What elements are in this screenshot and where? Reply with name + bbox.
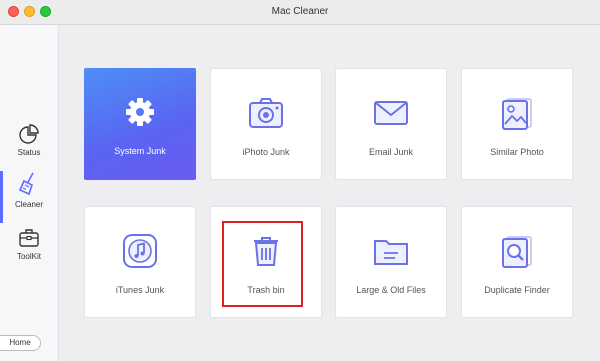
tile-label: System Junk <box>114 146 166 156</box>
pie-chart-icon <box>0 123 58 145</box>
sidebar: Status Cleaner ToolKit Home <box>0 25 59 361</box>
tile-large-old-files[interactable]: Large & Old Files <box>335 206 447 318</box>
window-title: Mac Cleaner <box>271 6 329 17</box>
tile-label: Email Junk <box>368 147 413 157</box>
sidebar-item-label: Cleaner <box>14 200 43 209</box>
sidebar-item-status[interactable]: Status <box>0 123 58 175</box>
tile-itunes-junk[interactable]: iTunes Junk <box>84 206 196 318</box>
photo-icon <box>462 93 572 133</box>
tile-label: iTunes Junk <box>115 285 165 295</box>
home-button[interactable]: Home <box>0 335 41 351</box>
tile-label: Large & Old Files <box>356 285 426 295</box>
sidebar-item-cleaner[interactable]: Cleaner <box>0 171 58 223</box>
toolbox-icon <box>0 227 58 249</box>
tile-duplicate-finder[interactable]: Duplicate Finder <box>461 206 573 318</box>
camera-icon <box>211 93 321 133</box>
music-note-icon <box>85 231 195 271</box>
folder-icon <box>336 231 446 271</box>
tile-email-junk[interactable]: Email Junk <box>335 68 447 180</box>
title-bar: Mac Cleaner <box>0 0 600 25</box>
tile-system-junk[interactable]: System Junk <box>84 68 196 180</box>
tile-label: Similar Photo <box>490 147 544 157</box>
gear-icon <box>84 92 196 132</box>
envelope-icon <box>336 93 446 133</box>
tile-label: iPhoto Junk <box>242 147 290 157</box>
trash-bin-highlight <box>222 221 303 307</box>
tile-similar-photo[interactable]: Similar Photo <box>461 68 573 180</box>
cleaner-panel: System Junk iPhoto Junk Email Junk Simil… <box>59 25 600 361</box>
tile-iphoto-junk[interactable]: iPhoto Junk <box>210 68 322 180</box>
tile-label: Duplicate Finder <box>484 285 550 295</box>
app-window: Mac Cleaner Status Cleaner ToolKit Home … <box>0 0 600 361</box>
sidebar-item-label: ToolKit <box>16 252 41 261</box>
magnifier-doc-icon <box>462 231 572 271</box>
sidebar-item-toolkit[interactable]: ToolKit <box>0 227 58 279</box>
sidebar-item-label: Status <box>17 148 41 157</box>
broom-icon <box>0 171 58 197</box>
